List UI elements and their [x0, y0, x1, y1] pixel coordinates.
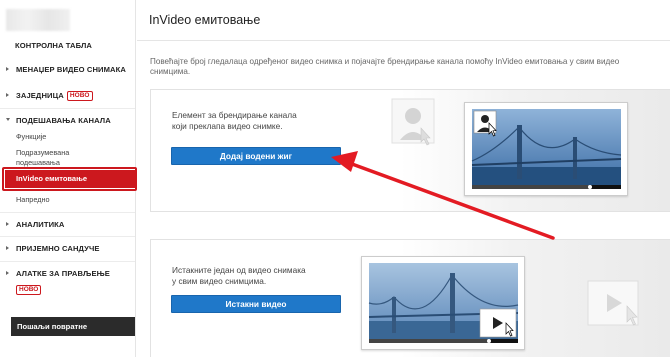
chevron-right-icon — [6, 67, 9, 71]
chevron-down-icon — [6, 118, 10, 121]
sidebar-item-label: Подразумевана — [16, 148, 70, 157]
sidebar-item-creator-tools[interactable]: АЛАТКЕ ЗА ПРАВЉЕЊЕ — [16, 269, 110, 278]
card-text-line: Истакните један од видео снимака — [172, 265, 306, 275]
chevron-right-icon — [6, 222, 9, 226]
sidebar-item-label: ЗАЈЕДНИЦА — [16, 91, 64, 100]
chevron-right-icon — [6, 246, 9, 250]
card-text-line: који преклапа видео снимке. — [172, 121, 283, 131]
sidebar-item-video-manager[interactable]: МЕНАЏЕР ВИДЕО СНИМАКА — [16, 65, 126, 74]
sidebar-item-analytics[interactable]: АНАЛИТИКА — [16, 220, 64, 229]
sidebar-subitem-advanced[interactable]: Напредно — [16, 195, 50, 205]
send-feedback-button[interactable]: Пошаљи повратне информације — [11, 317, 135, 350]
sidebar-item-community[interactable]: ЗАЈЕДНИЦА НОВО — [16, 91, 93, 101]
divider — [0, 261, 135, 262]
new-badge: НОВО — [16, 285, 42, 295]
page-header: InVideo емитовање — [137, 0, 670, 41]
chevron-right-icon — [6, 93, 9, 97]
avatar-icon — [391, 98, 435, 146]
card-text-line: Елемент за брендирање канала — [172, 110, 297, 120]
bridge-thumbnail — [471, 109, 622, 189]
description-line: Повећајте број гледалаца одређеног видео… — [150, 57, 620, 66]
featured-preview-video — [361, 256, 525, 350]
sidebar-item-dashboard[interactable]: КОНТРОЛНА ТАБЛА — [15, 41, 92, 50]
sidebar: КОНТРОЛНА ТАБЛА МЕНАЏЕР ВИДЕО СНИМАКА ЗА… — [0, 0, 137, 357]
divider — [0, 212, 135, 213]
channel-avatar[interactable] — [6, 9, 70, 31]
chevron-right-icon — [6, 271, 9, 275]
page-title: InVideo емитовање — [149, 13, 261, 27]
page-description: Повећајте број гледалаца одређеног видео… — [150, 57, 670, 77]
sidebar-item-channel-settings[interactable]: ПОДЕШАВАЊА КАНАЛА — [16, 116, 111, 125]
divider — [0, 236, 135, 237]
watermark-card: Елемент за брендирање канала који прекла… — [150, 89, 670, 212]
add-watermark-button[interactable]: Додај водени жиг — [171, 147, 341, 165]
sidebar-subitem-features[interactable]: Функције — [16, 132, 46, 142]
bridge-thumbnail — [368, 263, 519, 343]
divider — [0, 108, 135, 109]
new-badge: НОВО — [66, 91, 93, 101]
sidebar-item-label: подешавања — [16, 157, 60, 167]
feature-video-button[interactable]: Истакни видео — [171, 295, 341, 313]
sidebar-item-inbox[interactable]: ПРИЈЕМНО САНДУЧЕ — [16, 244, 100, 253]
featured-video-card: Истакните један од видео снимака у свим … — [150, 239, 670, 357]
watermark-description: Елемент за брендирање канала који прекла… — [172, 110, 297, 132]
featured-video-description: Истакните један од видео снимака у свим … — [172, 265, 306, 287]
card-text-line: у свим видео снимцима. — [172, 276, 267, 286]
description-line: снимцима. — [150, 67, 191, 76]
sidebar-subitem-defaults[interactable]: Подразумевана подешавања — [16, 148, 69, 167]
play-icon — [587, 280, 639, 326]
watermark-preview-video — [464, 102, 628, 196]
highlight-outline — [2, 167, 137, 191]
